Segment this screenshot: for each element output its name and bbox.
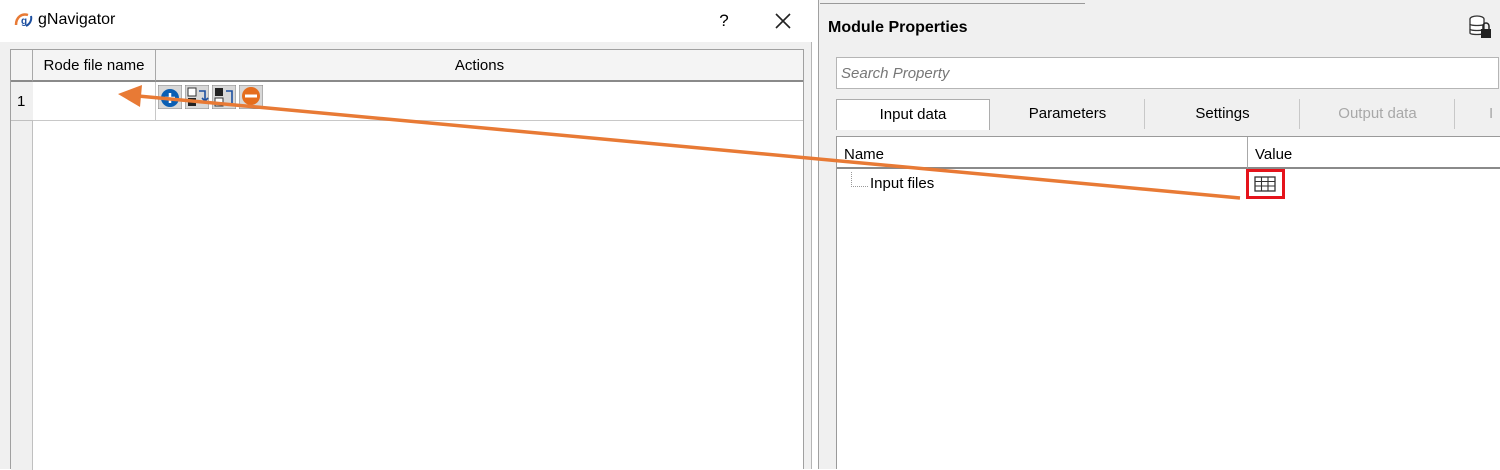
table-icon bbox=[1254, 176, 1276, 192]
table-corner[interactable] bbox=[11, 50, 33, 82]
column-header-rode-file-name[interactable]: Rode file name bbox=[33, 50, 156, 82]
gnavigator-logo-icon: g bbox=[14, 13, 33, 27]
input-files-value-button[interactable] bbox=[1246, 169, 1285, 199]
close-icon[interactable] bbox=[768, 6, 798, 36]
column-header-name[interactable]: Name bbox=[837, 137, 1248, 169]
gnavigator-dialog: g gNavigator ? Rode file name Actions 1 bbox=[0, 0, 812, 470]
module-properties-panel: Module Properties Input data Parameters … bbox=[818, 0, 1500, 469]
tab-parameters[interactable]: Parameters bbox=[991, 99, 1145, 129]
panel-tab-strip bbox=[820, 0, 1085, 4]
rode-files-table: Rode file name Actions 1 bbox=[10, 49, 804, 470]
tree-connector bbox=[851, 172, 868, 187]
rode-file-name-cell[interactable] bbox=[33, 82, 156, 121]
panel-title: Module Properties bbox=[828, 19, 968, 36]
property-name-input-files[interactable]: Input files bbox=[870, 175, 934, 192]
property-table: Name Value Input files bbox=[836, 136, 1500, 469]
tab-input-data[interactable]: Input data bbox=[836, 99, 990, 130]
cut-icon[interactable] bbox=[212, 85, 236, 109]
add-icon[interactable] bbox=[158, 85, 182, 109]
column-header-actions[interactable]: Actions bbox=[156, 50, 803, 82]
help-button[interactable]: ? bbox=[712, 8, 736, 34]
tab-truncated[interactable]: I bbox=[1456, 99, 1500, 129]
search-property-box bbox=[836, 57, 1499, 89]
column-header-value[interactable]: Value bbox=[1248, 137, 1500, 169]
database-lock-icon[interactable] bbox=[1467, 14, 1493, 40]
tab-output-data[interactable]: Output data bbox=[1301, 99, 1455, 129]
row-header-column bbox=[11, 82, 33, 470]
replace-icon[interactable] bbox=[185, 85, 209, 109]
remove-icon[interactable] bbox=[239, 85, 263, 109]
actions-cell bbox=[156, 82, 803, 121]
search-property-input[interactable] bbox=[837, 58, 1498, 88]
row-number[interactable]: 1 bbox=[11, 82, 33, 121]
dialog-titlebar: g gNavigator ? bbox=[0, 0, 812, 42]
tab-settings[interactable]: Settings bbox=[1146, 99, 1300, 129]
dialog-title: gNavigator bbox=[38, 11, 116, 28]
